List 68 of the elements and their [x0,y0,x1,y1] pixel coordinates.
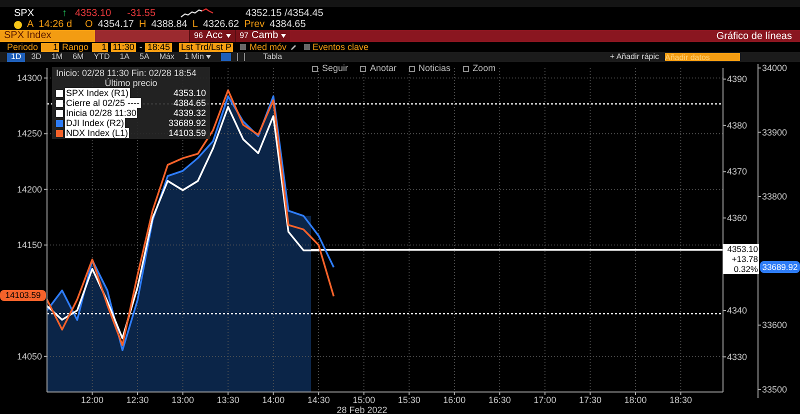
axis-label: 13:00 [172,395,194,405]
legend-range: Inicio: 02/28 11:30 Fin: 02/28 18:54 [56,68,198,78]
axis-label: 18:00 [624,395,647,405]
axis-label: 16:00 [443,395,466,405]
axis-label: 14300 [16,73,42,84]
axis-label: 15:30 [398,395,420,405]
axis-label: 33500 [762,384,788,394]
field-label: Periodo [6,42,38,52]
option-label: Med móv [249,42,286,52]
axis-label: 18:30 [669,395,692,405]
axis-label: 4340 [727,306,748,316]
axis-label: 4390 [727,74,748,84]
axis-label: 33600 [762,320,788,330]
axis-label: 13:30 [216,395,240,405]
field-value: 4388.84 [151,18,188,32]
net-change: -31.55 [127,6,156,20]
axis-label: 12:30 [126,395,149,405]
direction-arrow: ↑ [62,6,67,20]
legend-label: Cierre al 02/25 ---- [65,98,141,108]
axis-label: 34000 [762,63,788,73]
field-label: H [138,18,146,32]
date-label: 28 Feb 2022 [336,405,388,414]
field-value: 4326.62 [202,18,240,31]
bid-ask: 4352.15 /4354.45 [246,6,324,20]
axis-label: 14050 [16,351,42,362]
quick-add-label: + Añadir rápic [610,53,659,61]
option-label: Eventos clave [312,42,369,52]
axis-label: 15:00 [352,395,376,405]
legend-heading: Último precio [104,78,158,88]
axis-label: 17:30 [578,395,602,405]
axis-label: 4360 [727,212,748,223]
legend-value: 4384.65 [173,98,206,108]
field-value: 4354.17 [98,18,134,32]
legend-label: Inicia 02/28 11:30 [65,108,138,118]
price-tag: 14103.59 [0,290,46,302]
axis-label: 14:30 [307,395,330,405]
axis-label: 33800 [762,192,788,202]
axis-label: 4330 [727,352,748,362]
axis-label: 14250 [16,128,42,139]
ticker: SPX [14,6,36,20]
axis-label: 16:30 [488,395,511,405]
legend-value: 33689.92 [168,118,206,128]
axis-label: 4370 [727,166,748,177]
quote-time: 14:26 d [38,18,72,30]
source-label: A [27,18,34,30]
axis-label: 4380 [727,120,748,130]
axis-label: 12:00 [81,395,104,405]
legend-value: 4353.10 [173,88,206,98]
axis-label: 33900 [762,127,788,138]
field-label: O [85,18,93,32]
legend-label: SPX Index (R1) [65,88,130,98]
price-tag: 33689.92 [760,261,800,274]
field-value: 4384.65 [270,18,306,30]
axis-label: 14150 [16,240,42,250]
legend-label: NDX Index (L1) [65,128,130,138]
chart-title: Gráfico de líneas [716,30,793,44]
field-label: Rango [62,42,89,52]
axis-label: 14200 [16,184,42,194]
field-label: Prev [244,18,265,30]
legend-label: DJI Index (R2) [65,118,126,128]
price-tag: 4353.10 +13.78 0.32% [723,244,759,274]
separator: - [139,42,142,52]
last-price: 4353.10 [75,6,112,20]
axis-label: 17:00 [534,395,556,405]
legend-value: 14103.59 [168,128,206,138]
field-label: L [192,18,198,32]
legend-value: 4339.32 [173,108,206,118]
axis-label: 14:00 [262,395,285,405]
